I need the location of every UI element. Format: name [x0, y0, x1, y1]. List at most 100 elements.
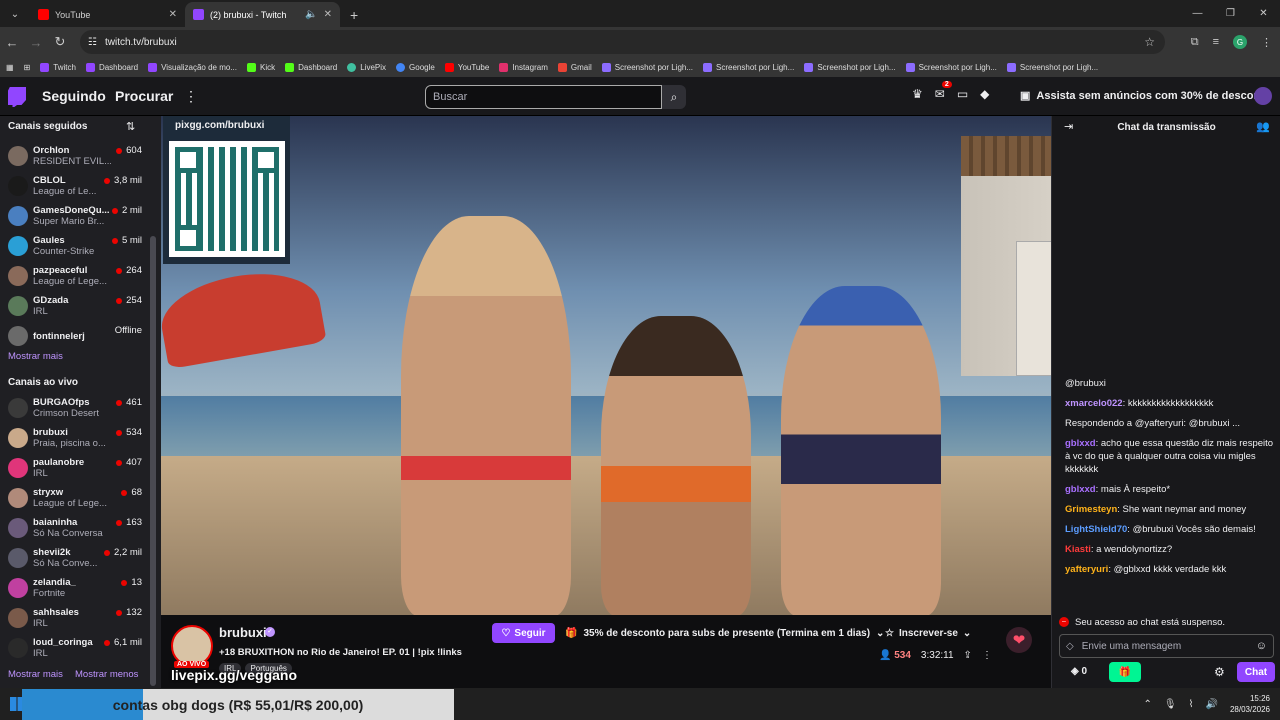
close-icon[interactable]: ✕ [169, 9, 177, 20]
back-arrow-icon[interactable]: ← [0, 35, 24, 50]
bookmark-item[interactable]: Kick [246, 62, 275, 72]
twitch-logo-icon[interactable] [8, 87, 26, 107]
nav-following[interactable]: Seguindo [42, 88, 106, 104]
subscribe-button[interactable]: ☆ Inscrever-se ⌄ [885, 623, 971, 643]
chat-username[interactable]: LightShield70 [1065, 524, 1127, 535]
chat-username[interactable]: Kiasti [1065, 544, 1091, 555]
bookmark-item[interactable]: Visualização de mo... [148, 62, 237, 72]
gift-button[interactable]: 🎁 [1109, 662, 1141, 682]
sidebar-channel-item[interactable]: Gaules Counter-Strike 5 mil [0, 232, 150, 262]
sidebar-channel-item[interactable]: Orchlon RESIDENT EVIL... 604 [0, 142, 150, 172]
sidebar-channel-item[interactable]: zelandia_ Fortnite 13 [0, 574, 150, 604]
nav-browse[interactable]: Procurar [115, 88, 173, 104]
bookmark-item[interactable]: Screenshot por Ligh... [905, 62, 997, 72]
sidebar-channel-item[interactable]: baianinha Só Na Conversa 163 [0, 514, 150, 544]
bookmark-star-icon[interactable]: ☆ [1144, 35, 1155, 49]
bookmark-item[interactable]: Google [396, 62, 435, 72]
whispers-icon[interactable]: ▭ [957, 87, 968, 101]
sort-icon[interactable]: ⇅ [126, 120, 135, 133]
bookmark-item[interactable]: Screenshot por Ligh... [1006, 62, 1098, 72]
search-input[interactable]: Buscar [425, 85, 662, 109]
search-icon[interactable]: ⌕ [662, 85, 686, 109]
channel-name: sahhsales [33, 607, 79, 618]
sidebar-channel-item[interactable]: stryxw League of Lege... 68 [0, 484, 150, 514]
browser-tab-youtube[interactable]: YouTube ✕ [30, 2, 185, 27]
sidebar-channel-item[interactable]: BURGAOfps Crimson Desert 461 [0, 394, 150, 424]
sidebar-channel-item[interactable]: shevii2k Só Na Conve... 2,2 mil [0, 544, 150, 574]
close-window-button[interactable]: ✕ [1247, 0, 1280, 27]
bookmark-item[interactable]: Instagram [499, 62, 548, 72]
bookmark-item[interactable]: Screenshot por Ligh... [703, 62, 794, 72]
clock[interactable]: 15:26 28/03/2026 [1230, 693, 1270, 715]
minimize-button[interactable]: — [1181, 0, 1214, 27]
crown-icon[interactable]: ♛ [912, 87, 923, 101]
media-icon[interactable]: ≡ [1213, 36, 1219, 48]
close-icon[interactable]: ✕ [324, 9, 332, 20]
chat-username[interactable]: yafteryuri [1065, 564, 1108, 575]
microphone-icon[interactable]: 🎙 [1164, 699, 1177, 710]
chat-username[interactable]: xmarcelo022 [1065, 398, 1123, 409]
sidebar-channel-item[interactable]: brubuxi Praia, piscina o... 534 [0, 424, 150, 454]
browser-tab-twitch[interactable]: (2) brubuxi - Twitch 🔈 ✕ [185, 2, 340, 27]
bookmark-item[interactable]: Twitch [40, 62, 76, 72]
restore-button[interactable]: ❐ [1214, 0, 1247, 27]
bookmark-item[interactable]: Gmail [557, 62, 592, 72]
more-icon[interactable]: ⋮ [184, 88, 198, 105]
show-more-live[interactable]: Mostrar mais [8, 669, 63, 680]
share-icon[interactable]: ⇪ [964, 650, 972, 661]
community-icon[interactable]: 👥 [1256, 120, 1270, 133]
bits-icon[interactable]: ◆ [980, 87, 989, 101]
sidebar-channel-item[interactable]: paulanobre IRL 407 [0, 454, 150, 484]
sidebar-channel-item[interactable]: fontinnelerj Offline [0, 322, 150, 352]
emote-icon[interactable]: ☺ [1256, 640, 1267, 652]
user-avatar[interactable] [1254, 87, 1272, 105]
gift-sub-promo[interactable]: 🎁 35% de desconto para subs de presente … [565, 623, 884, 643]
show-less-live[interactable]: Mostrar menos [75, 669, 138, 680]
sidebar-channel-item[interactable]: pazpeaceful League of Lege... 264 [0, 262, 150, 292]
sidebar-channel-item[interactable]: loud_coringa IRL 6,1 mil [0, 634, 150, 664]
video-player[interactable]: pixgg.com/brubuxi [161, 116, 1051, 615]
forward-arrow-icon[interactable]: → [24, 35, 48, 50]
chat-input[interactable]: ◇ Envie uma mensagem ☺ [1059, 634, 1274, 658]
chat-username[interactable]: Grimesteyn [1065, 504, 1117, 515]
bookmark-item[interactable]: Dashboard [285, 62, 337, 72]
apps-icon[interactable]: ▦ [6, 63, 14, 72]
browser-menu-icon[interactable]: ⋮ [1261, 36, 1272, 49]
bookmark-item[interactable]: Screenshot por Ligh... [804, 62, 896, 72]
bookmark-item[interactable]: LivePix [347, 62, 386, 72]
inbox-icon[interactable]: ✉ 2 [935, 81, 952, 101]
volume-icon[interactable]: 🔊 [1206, 699, 1218, 710]
extensions-icon[interactable]: ⧉ [1191, 36, 1199, 49]
sidebar-channel-item[interactable]: GDzada IRL 254 [0, 292, 150, 322]
follow-button[interactable]: ♡ Seguir [492, 623, 555, 643]
grid-icon[interactable]: ⊞ [24, 63, 31, 72]
chevron-up-icon[interactable]: ⌃ [1144, 699, 1152, 710]
bookmark-item[interactable]: Screenshot por Ligh... [601, 62, 693, 72]
channel-points[interactable]: ◈ 0 [1071, 666, 1087, 677]
wifi-icon[interactable]: ⌇ [1189, 699, 1194, 710]
chat-username[interactable]: gblxxd [1065, 484, 1096, 495]
chat-text: @brubuxi [1065, 378, 1106, 389]
bookmark-item[interactable]: Dashboard [85, 62, 138, 72]
channel-name[interactable]: brubuxi [219, 625, 267, 640]
bits-icon[interactable]: ◇ [1066, 641, 1074, 652]
sidebar-channel-item[interactable]: sahhsales IRL 132 [0, 604, 150, 634]
new-tab-button[interactable]: + [350, 7, 358, 23]
sidebar-scrollbar[interactable] [150, 236, 156, 686]
sidebar-channel-item[interactable]: CBLOL League of Le... 3,8 mil [0, 172, 150, 202]
chat-username[interactable]: gblxxd [1065, 438, 1096, 449]
more-options-icon[interactable]: ⋮ [982, 650, 992, 661]
profile-avatar[interactable]: G [1233, 35, 1247, 49]
tab-search-button[interactable]: ⌄ [4, 3, 26, 25]
hype-heart-icon[interactable]: ❤ [1006, 627, 1032, 653]
gear-icon[interactable]: ⚙ [1214, 665, 1225, 679]
chat-send-button[interactable]: Chat [1237, 662, 1275, 682]
site-info-icon[interactable]: ☷ [88, 37, 97, 48]
sidebar-channel-item[interactable]: GamesDoneQu... Super Mario Br... 2 mil [0, 202, 150, 232]
ad-free-promo[interactable]: ▣ Assista sem anúncios com 30% de descon… [1020, 89, 1271, 103]
reload-icon[interactable]: ↻ [48, 34, 72, 50]
url-field[interactable]: ☷ twitch.tv/brubuxi ☆ [80, 30, 1165, 54]
show-more-followed[interactable]: Mostrar mais [8, 351, 63, 362]
bookmark-item[interactable]: YouTube [444, 62, 489, 72]
speaker-icon[interactable]: 🔈 [305, 9, 317, 20]
